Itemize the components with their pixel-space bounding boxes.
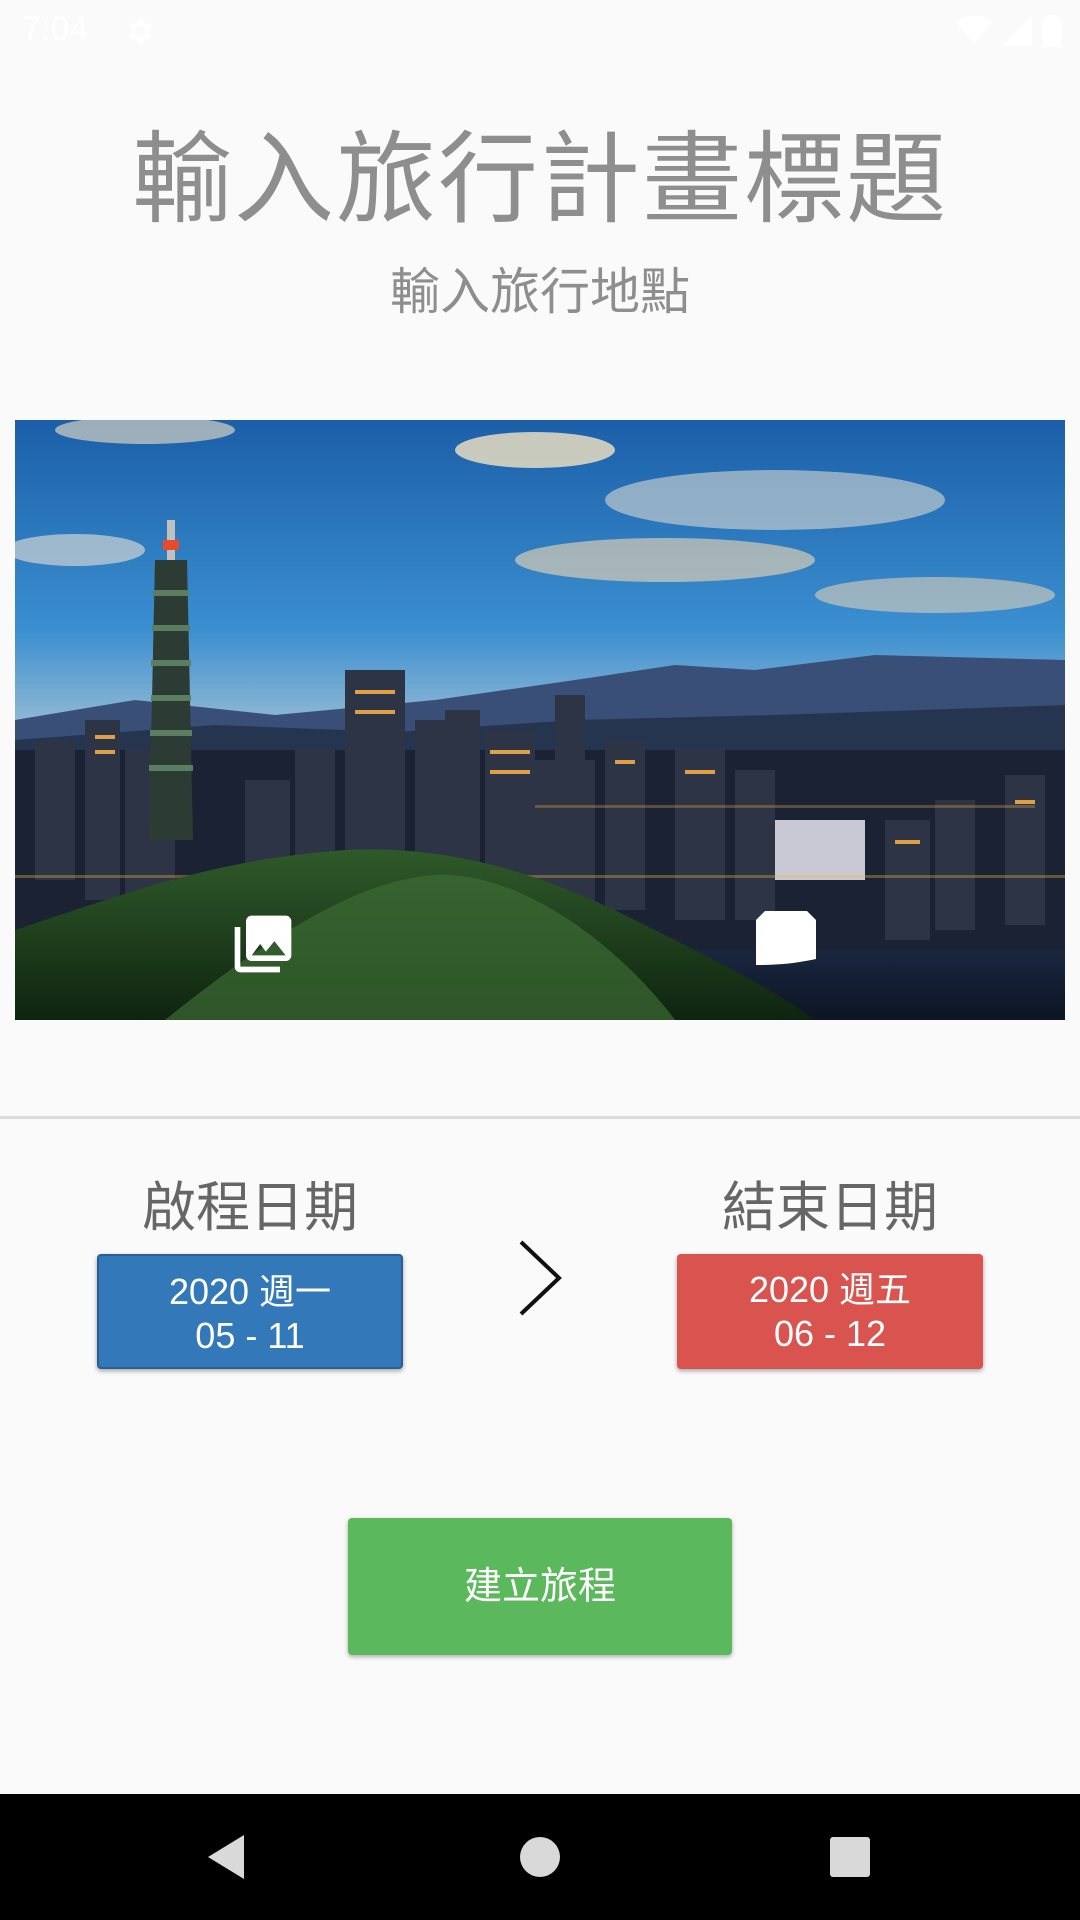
divider: [0, 1116, 1080, 1119]
status-time: 7:04: [22, 10, 89, 48]
start-date-label: 啟程日期: [142, 1176, 358, 1239]
status-bar: 7:04: [0, 0, 1080, 63]
status-icons: [956, 14, 1062, 48]
start-date-month-day: 05 - 11: [195, 1315, 305, 1356]
recents-square-icon[interactable]: [820, 1827, 880, 1887]
start-date-button[interactable]: 2020 週一 05 - 11: [97, 1254, 403, 1369]
photo-library-icon[interactable]: [229, 910, 297, 978]
back-triangle-icon[interactable]: [198, 1827, 258, 1887]
chevron-right-icon: [519, 1240, 562, 1316]
start-date-year-weekday: 2020 週一: [168, 1271, 332, 1312]
cover-photo-image: [15, 420, 1065, 1020]
camera-card-icon[interactable]: [750, 910, 822, 972]
create-trip-button[interactable]: 建立旅程: [348, 1518, 732, 1655]
end-date-label: 結束日期: [722, 1176, 938, 1239]
navigation-bar: [0, 1794, 1080, 1920]
battery-icon: [1042, 15, 1062, 47]
cover-photo[interactable]: [15, 420, 1065, 1020]
home-circle-icon[interactable]: [510, 1827, 570, 1887]
end-date-button[interactable]: 2020 週五 06 - 12: [677, 1254, 983, 1369]
trip-title-input[interactable]: 輸入旅行計畫標題: [0, 120, 1080, 240]
end-date-year-weekday: 2020 週五: [748, 1269, 912, 1310]
cellular-signal-icon: [1002, 16, 1032, 46]
settings-gear-icon: [128, 18, 153, 44]
end-date-month-day: 06 - 12: [773, 1313, 887, 1354]
create-trip-screen: 7:04 輸入旅行計畫標題 輸入旅行地點 啟程日期 2020 週一 05 - 1…: [0, 0, 1080, 1920]
wifi-icon: [956, 16, 992, 45]
trip-location-input[interactable]: 輸入旅行地點: [0, 262, 1080, 322]
